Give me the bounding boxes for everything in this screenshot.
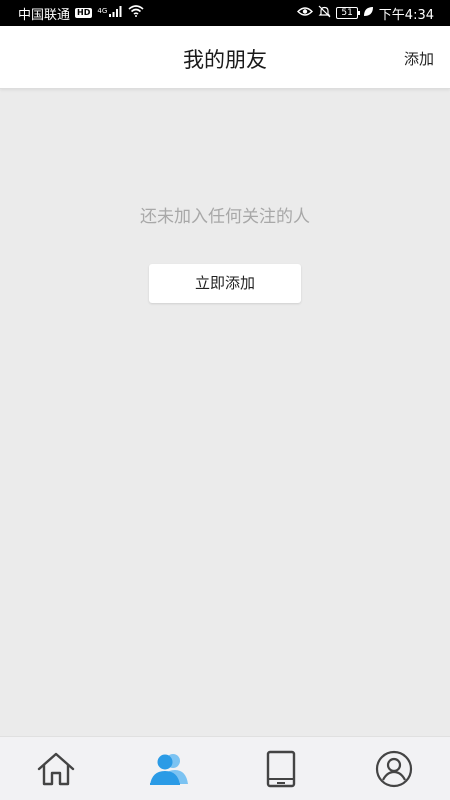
status-right: 51 下午4:34 [297, 4, 434, 23]
wifi-icon [128, 5, 144, 21]
screen: 中国联通 HD 4G 51 下午4:34 我的朋友 添加 还未加入任何关注的人 … [0, 0, 450, 800]
leaf-icon [363, 6, 374, 21]
signal-icon [109, 5, 123, 21]
tab-profile[interactable] [364, 744, 424, 794]
tab-home[interactable] [26, 744, 86, 794]
user-profile-icon [375, 750, 413, 788]
bottom-tab-bar [0, 736, 450, 800]
mute-bell-icon [318, 5, 331, 22]
status-bar: 中国联通 HD 4G 51 下午4:34 [0, 0, 450, 26]
page-title: 我的朋友 [183, 48, 267, 72]
main-content: 还未加入任何关注的人 立即添加 [0, 90, 450, 736]
carrier-name: 中国联通 [18, 7, 71, 23]
add-button[interactable]: 添加 [404, 48, 434, 69]
tab-friends[interactable] [139, 744, 199, 794]
tablet-icon [266, 750, 296, 788]
status-left: 中国联通 HD 4G [18, 4, 144, 23]
friends-icon [149, 752, 189, 786]
hd-badge: HD [75, 8, 93, 18]
eye-icon [297, 6, 314, 21]
home-icon [36, 751, 76, 787]
network-type: 4G [97, 6, 108, 15]
app-header: 我的朋友 添加 [0, 26, 450, 89]
clock-time: 下午4:34 [378, 7, 434, 23]
tab-tablet[interactable] [251, 744, 311, 794]
battery-level: 51 [341, 8, 353, 18]
battery-icon: 51 [336, 7, 361, 19]
add-now-button[interactable]: 立即添加 [149, 264, 301, 303]
empty-state-message: 还未加入任何关注的人 [140, 207, 310, 227]
